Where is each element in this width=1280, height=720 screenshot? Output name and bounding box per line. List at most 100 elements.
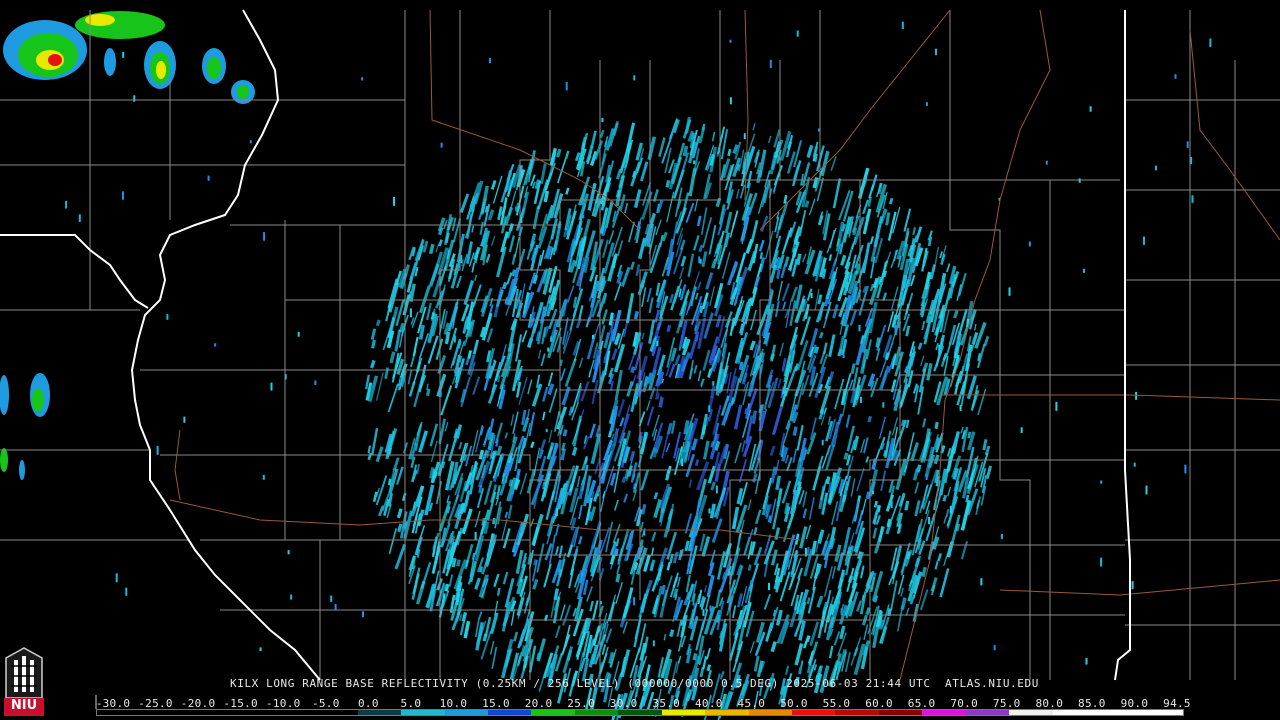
echo-speck xyxy=(78,214,81,222)
echo-speck xyxy=(702,609,705,616)
scale-segment xyxy=(705,710,749,715)
echo-speck xyxy=(1000,533,1003,539)
niu-logo-text: NIU xyxy=(10,698,38,713)
reflectivity-color-scale xyxy=(96,709,1184,716)
echo-speck xyxy=(545,428,548,433)
scale-segment xyxy=(487,710,532,715)
echo-speck xyxy=(935,48,937,56)
echo-speck xyxy=(361,77,364,81)
echo-speck xyxy=(555,508,558,516)
echo-speck xyxy=(515,206,518,211)
echo-speck xyxy=(643,530,646,536)
echo-speck xyxy=(708,508,711,514)
echo-speck xyxy=(115,573,118,583)
echo-speck xyxy=(1131,581,1134,590)
echo-speck xyxy=(550,336,553,342)
echo-speck xyxy=(729,97,732,105)
echo-speck xyxy=(882,402,885,408)
echo-speck xyxy=(334,604,337,610)
scale-segment xyxy=(922,710,966,715)
scale-segment xyxy=(878,710,923,715)
echo-speck xyxy=(330,595,333,602)
echo-speck xyxy=(453,335,456,343)
echo-speck xyxy=(249,140,252,144)
echo-speck xyxy=(409,308,412,318)
echo-speck xyxy=(596,493,599,497)
echo-speck xyxy=(901,21,904,29)
echo-speck xyxy=(1184,464,1187,474)
scale-segment xyxy=(314,710,358,715)
scale-segment xyxy=(1139,710,1183,715)
scale-segment xyxy=(357,710,402,715)
echo-speck xyxy=(652,640,655,647)
echo-speck xyxy=(743,133,746,140)
scale-segment xyxy=(748,710,792,715)
echo-speck xyxy=(1100,557,1103,567)
echo-speck xyxy=(768,582,770,591)
echo-speck xyxy=(1085,658,1088,665)
echo-speck xyxy=(715,485,718,494)
echo-speck xyxy=(810,293,813,299)
radar-map xyxy=(0,0,1280,720)
echo-speck xyxy=(440,142,443,148)
echo-speck xyxy=(133,95,136,102)
scale-segment xyxy=(1096,710,1140,715)
echo-speck xyxy=(576,653,579,660)
echo-speck xyxy=(656,341,659,347)
scale-segment xyxy=(140,710,184,715)
echo-speck xyxy=(207,175,210,181)
scale-segment xyxy=(270,710,315,715)
echo-speck xyxy=(796,30,799,37)
echo-speck xyxy=(1209,38,1212,47)
echo-speck xyxy=(362,611,364,618)
echo-speck xyxy=(840,608,843,616)
echo-speck xyxy=(263,232,266,241)
product-caption: KILX LONG RANGE BASE REFLECTIVITY (0.25K… xyxy=(230,677,1039,690)
echo-speck xyxy=(928,516,931,525)
echo-speck xyxy=(959,405,962,411)
echo-speck xyxy=(1143,236,1145,245)
echo-speck xyxy=(314,380,317,385)
echo-speck xyxy=(601,117,604,123)
echo-speck xyxy=(949,505,952,514)
echo-speck xyxy=(1174,74,1177,79)
echo-speck xyxy=(709,605,712,612)
scale-segment xyxy=(227,710,271,715)
echo-speck xyxy=(993,645,996,651)
echo-speck xyxy=(890,500,893,508)
scale-segment xyxy=(574,710,619,715)
echo-speck xyxy=(287,550,290,555)
echo-speck xyxy=(926,102,928,106)
echo-speck xyxy=(489,57,491,64)
scale-segment xyxy=(183,710,228,715)
echo-speck xyxy=(658,576,661,581)
echo-speck xyxy=(214,343,217,347)
echo-speck xyxy=(1133,462,1136,467)
echo-speck xyxy=(156,445,159,455)
echo-speck xyxy=(858,324,861,332)
scale-segment xyxy=(97,710,141,715)
echo-speck xyxy=(460,254,463,263)
echo-speck xyxy=(297,331,300,337)
echo-speck xyxy=(708,405,711,413)
echo-speck xyxy=(954,276,957,280)
echo-speck xyxy=(122,191,124,200)
echo-speck xyxy=(729,39,732,43)
echo-speck xyxy=(980,578,983,586)
scale-segment xyxy=(1009,710,1053,715)
echo-speck xyxy=(474,531,477,540)
scale-segment xyxy=(444,710,488,715)
echo-speck xyxy=(699,258,702,264)
echo-speck xyxy=(938,344,941,354)
echo-speck xyxy=(1186,141,1189,148)
echo-speck xyxy=(183,416,186,423)
echo-speck xyxy=(582,214,585,219)
echo-speck xyxy=(520,217,523,223)
echo-speck xyxy=(633,75,636,81)
echo-speck xyxy=(894,325,897,334)
echo-speck xyxy=(769,59,772,69)
echo-speck xyxy=(393,196,395,206)
scale-segment xyxy=(792,710,836,715)
echo-speck xyxy=(1045,160,1048,165)
echo-speck xyxy=(262,474,265,480)
